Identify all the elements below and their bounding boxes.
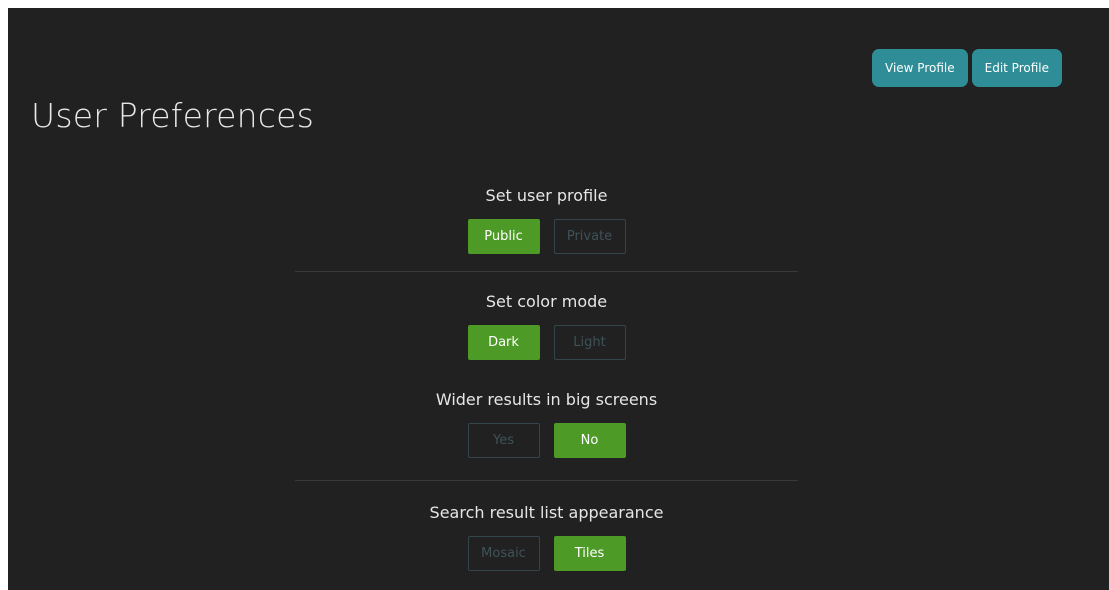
color-mode-setting: Set color mode Dark Light bbox=[295, 290, 798, 360]
color-mode-options: Dark Light bbox=[295, 325, 798, 360]
view-profile-button[interactable]: View Profile bbox=[872, 49, 968, 87]
private-option-button[interactable]: Private bbox=[553, 219, 626, 254]
profile-visibility-label: Set user profile bbox=[485, 186, 608, 205]
dark-mode-button[interactable]: Dark bbox=[467, 325, 540, 360]
wider-yes-button[interactable]: Yes bbox=[467, 423, 540, 458]
section-divider bbox=[295, 271, 798, 272]
wider-no-button[interactable]: No bbox=[553, 423, 626, 458]
profile-visibility-options: Public Private bbox=[295, 219, 798, 254]
wider-results-setting: Wider results in big screens Yes No bbox=[295, 388, 798, 458]
preferences-page: View Profile Edit Profile User Preferenc… bbox=[8, 8, 1109, 590]
tiles-option-button[interactable]: Tiles bbox=[553, 536, 626, 571]
light-mode-button[interactable]: Light bbox=[553, 325, 626, 360]
mosaic-option-button[interactable]: Mosaic bbox=[467, 536, 540, 571]
preferences-form: Set user profile Public Private Set colo… bbox=[295, 184, 798, 571]
wider-results-label: Wider results in big screens bbox=[435, 390, 658, 409]
edit-profile-button[interactable]: Edit Profile bbox=[971, 49, 1062, 87]
list-appearance-label: Search result list appearance bbox=[429, 503, 664, 522]
list-appearance-options: Mosaic Tiles bbox=[295, 536, 798, 571]
list-appearance-setting: Search result list appearance Mosaic Til… bbox=[295, 501, 798, 571]
section-divider bbox=[295, 480, 798, 481]
profile-actions: View Profile Edit Profile bbox=[872, 49, 1062, 87]
wider-results-options: Yes No bbox=[295, 423, 798, 458]
page-title: User Preferences bbox=[31, 96, 314, 135]
public-option-button[interactable]: Public bbox=[467, 219, 540, 254]
profile-visibility-setting: Set user profile Public Private bbox=[295, 184, 798, 254]
color-mode-label: Set color mode bbox=[485, 292, 608, 311]
